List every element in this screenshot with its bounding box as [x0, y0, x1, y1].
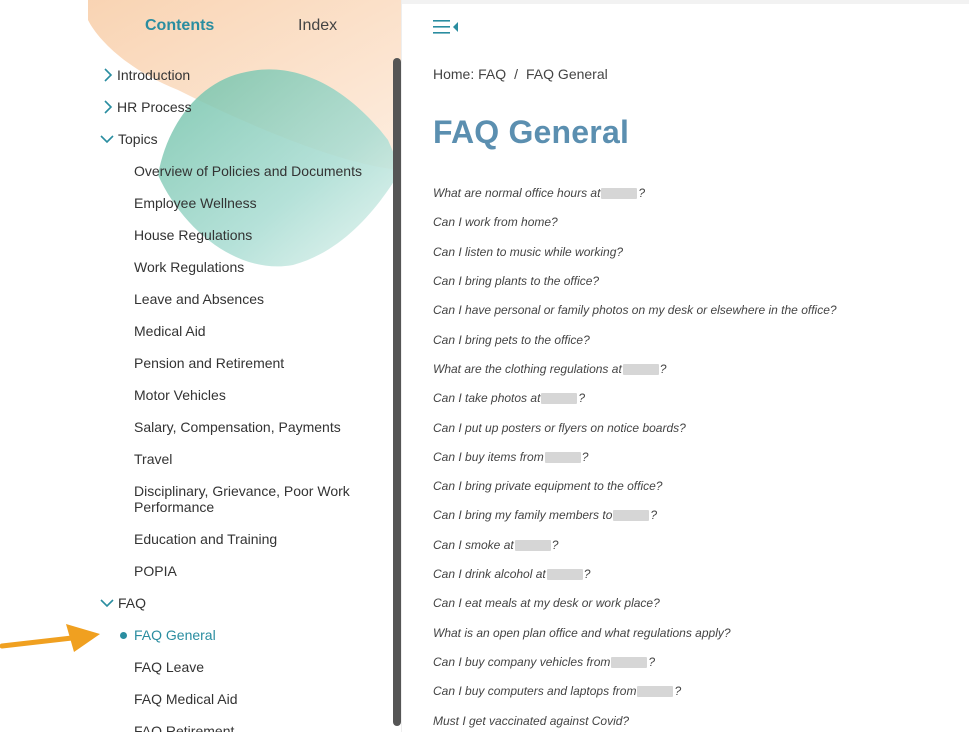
faq-text-suffix: ?	[583, 567, 591, 581]
redacted-text	[611, 657, 648, 669]
page-title: FAQ General	[433, 114, 630, 150]
faq-text-suffix: ?	[581, 450, 589, 464]
redacted-text	[544, 452, 581, 464]
tree-item-label: Topics	[118, 131, 158, 147]
top-border	[402, 0, 969, 4]
redacted-text	[514, 540, 551, 552]
tree-item-label: FAQ	[118, 595, 147, 611]
faq-link[interactable]: Can I eat meals at my desk or work place…	[433, 596, 660, 610]
tree-item-label: HR Process	[117, 99, 192, 115]
faq-text-suffix: ?	[551, 538, 559, 552]
tree-child-item[interactable]: Salary, Compensation, Payments	[134, 419, 384, 435]
faq-text: What is an open plan office and what reg…	[433, 626, 731, 640]
tab-index[interactable]: Index	[298, 17, 337, 35]
faq-link[interactable]: Can I bring pets to the office?	[433, 333, 590, 347]
faq-link[interactable]: Can I take photos at?	[433, 391, 585, 405]
faq-text-suffix: ?	[659, 362, 667, 376]
breadcrumb-home-link[interactable]: Home: FAQ	[433, 66, 506, 82]
faq-text: Can I bring plants to the office?	[433, 274, 600, 288]
faq-text: What are the clothing regulations at	[433, 362, 622, 376]
chevron-down-icon	[100, 599, 114, 608]
chevron-down-icon	[100, 135, 114, 144]
faq-link[interactable]: Can I buy items from?	[433, 450, 588, 464]
tree-child-item[interactable]: Disciplinary, Grievance, Poor Work Perfo…	[134, 483, 374, 515]
tree-child-item[interactable]: Overview of Policies and Documents	[134, 163, 384, 179]
faq-text-suffix: ?	[578, 391, 586, 405]
tree-child-item[interactable]: FAQ Leave	[134, 659, 384, 675]
faq-text: What are normal office hours at	[433, 186, 601, 200]
redacted-text	[637, 686, 674, 698]
redacted-text	[541, 393, 578, 405]
faq-link[interactable]: Can I smoke at?	[433, 538, 558, 552]
faq-link[interactable]: Can I put up posters or flyers on notice…	[433, 421, 686, 435]
breadcrumb-separator: /	[514, 66, 519, 82]
tree-child-item[interactable]: FAQ Retirement	[134, 723, 384, 732]
tree-child-item[interactable]: Leave and Absences	[134, 291, 384, 307]
tree-child-item[interactable]: Work Regulations	[134, 259, 384, 275]
faq-text: Can I bring private equipment to the off…	[433, 479, 663, 493]
faq-link[interactable]: Can I bring my family members to?	[433, 508, 657, 522]
faq-text: Must I get vaccinated against Covid?	[433, 714, 630, 728]
panel-divider	[401, 0, 402, 732]
breadcrumb: Home: FAQ / FAQ General	[433, 66, 608, 82]
tree-child-item-active[interactable]: FAQ General	[120, 627, 384, 643]
faq-link[interactable]: What are the clothing regulations at?	[433, 362, 666, 376]
faq-text-suffix: ?	[674, 684, 682, 698]
tree-child-item[interactable]: Medical Aid	[134, 323, 384, 339]
faq-link[interactable]: Can I work from home?	[433, 215, 558, 229]
faq-text-suffix: ?	[650, 508, 658, 522]
faq-text: Can I take photos at	[433, 391, 541, 405]
faq-link[interactable]: Can I buy company vehicles from?	[433, 655, 655, 669]
faq-text: Can I bring my family members to	[433, 508, 613, 522]
bullet-icon	[120, 632, 127, 639]
faq-link[interactable]: Can I bring private equipment to the off…	[433, 479, 662, 493]
faq-text: Can I smoke at	[433, 538, 514, 552]
faq-link[interactable]: What is an open plan office and what reg…	[433, 626, 731, 640]
redacted-text	[622, 364, 659, 376]
sidebar-tabs: Contents Index	[88, 0, 401, 52]
faq-link[interactable]: Can I have personal or family photos on …	[433, 303, 837, 317]
faq-text: Can I put up posters or flyers on notice…	[433, 421, 686, 435]
tree-child-item[interactable]: Pension and Retirement	[134, 355, 384, 371]
tree-item-label: Introduction	[117, 67, 191, 83]
tab-contents[interactable]: Contents	[145, 17, 214, 35]
faq-text: Can I buy company vehicles from	[433, 655, 611, 669]
faq-text: Can I work from home?	[433, 215, 558, 229]
faq-text: Can I buy computers and laptops from	[433, 684, 637, 698]
faq-text: Can I have personal or family photos on …	[433, 303, 837, 317]
faq-text: Can I listen to music while working?	[433, 245, 624, 259]
faq-link[interactable]: What are normal office hours at?	[433, 186, 645, 200]
faq-link[interactable]: Can I buy computers and laptops from?	[433, 684, 681, 698]
sidebar: Contents Index Introduction HR Process T…	[88, 0, 401, 732]
pointer-arrow	[0, 624, 100, 652]
menu-collapse-icon[interactable]	[433, 18, 459, 36]
redacted-text	[601, 188, 638, 200]
tree-child-item[interactable]: POPIA	[134, 563, 384, 579]
tree-child-label: FAQ General	[134, 627, 216, 643]
faq-link[interactable]: Can I drink alcohol at?	[433, 567, 590, 581]
faq-text: Can I buy items from	[433, 450, 544, 464]
chevron-right-icon	[104, 100, 113, 114]
faq-link[interactable]: Can I bring plants to the office?	[433, 274, 599, 288]
faq-link[interactable]: Must I get vaccinated against Covid?	[433, 714, 629, 728]
tree-child-item[interactable]: House Regulations	[134, 227, 384, 243]
faq-text-suffix: ?	[648, 655, 656, 669]
redacted-text	[546, 569, 583, 581]
tree-child-item[interactable]: Motor Vehicles	[134, 387, 384, 403]
redacted-text	[613, 510, 650, 522]
tree-child-item[interactable]: Travel	[134, 451, 384, 467]
tree-child-item[interactable]: Employee Wellness	[134, 195, 384, 211]
faq-text: Can I eat meals at my desk or work place…	[433, 596, 660, 610]
faq-link[interactable]: Can I listen to music while working?	[433, 245, 623, 259]
sidebar-scrollbar[interactable]	[393, 58, 401, 726]
breadcrumb-current: FAQ General	[526, 66, 608, 82]
chevron-right-icon	[104, 68, 113, 82]
tree-child-item[interactable]: FAQ Medical Aid	[134, 691, 384, 707]
faq-text: Can I bring pets to the office?	[433, 333, 590, 347]
faq-text-suffix: ?	[638, 186, 646, 200]
tree-child-item[interactable]: Education and Training	[134, 531, 384, 547]
faq-text: Can I drink alcohol at	[433, 567, 546, 581]
